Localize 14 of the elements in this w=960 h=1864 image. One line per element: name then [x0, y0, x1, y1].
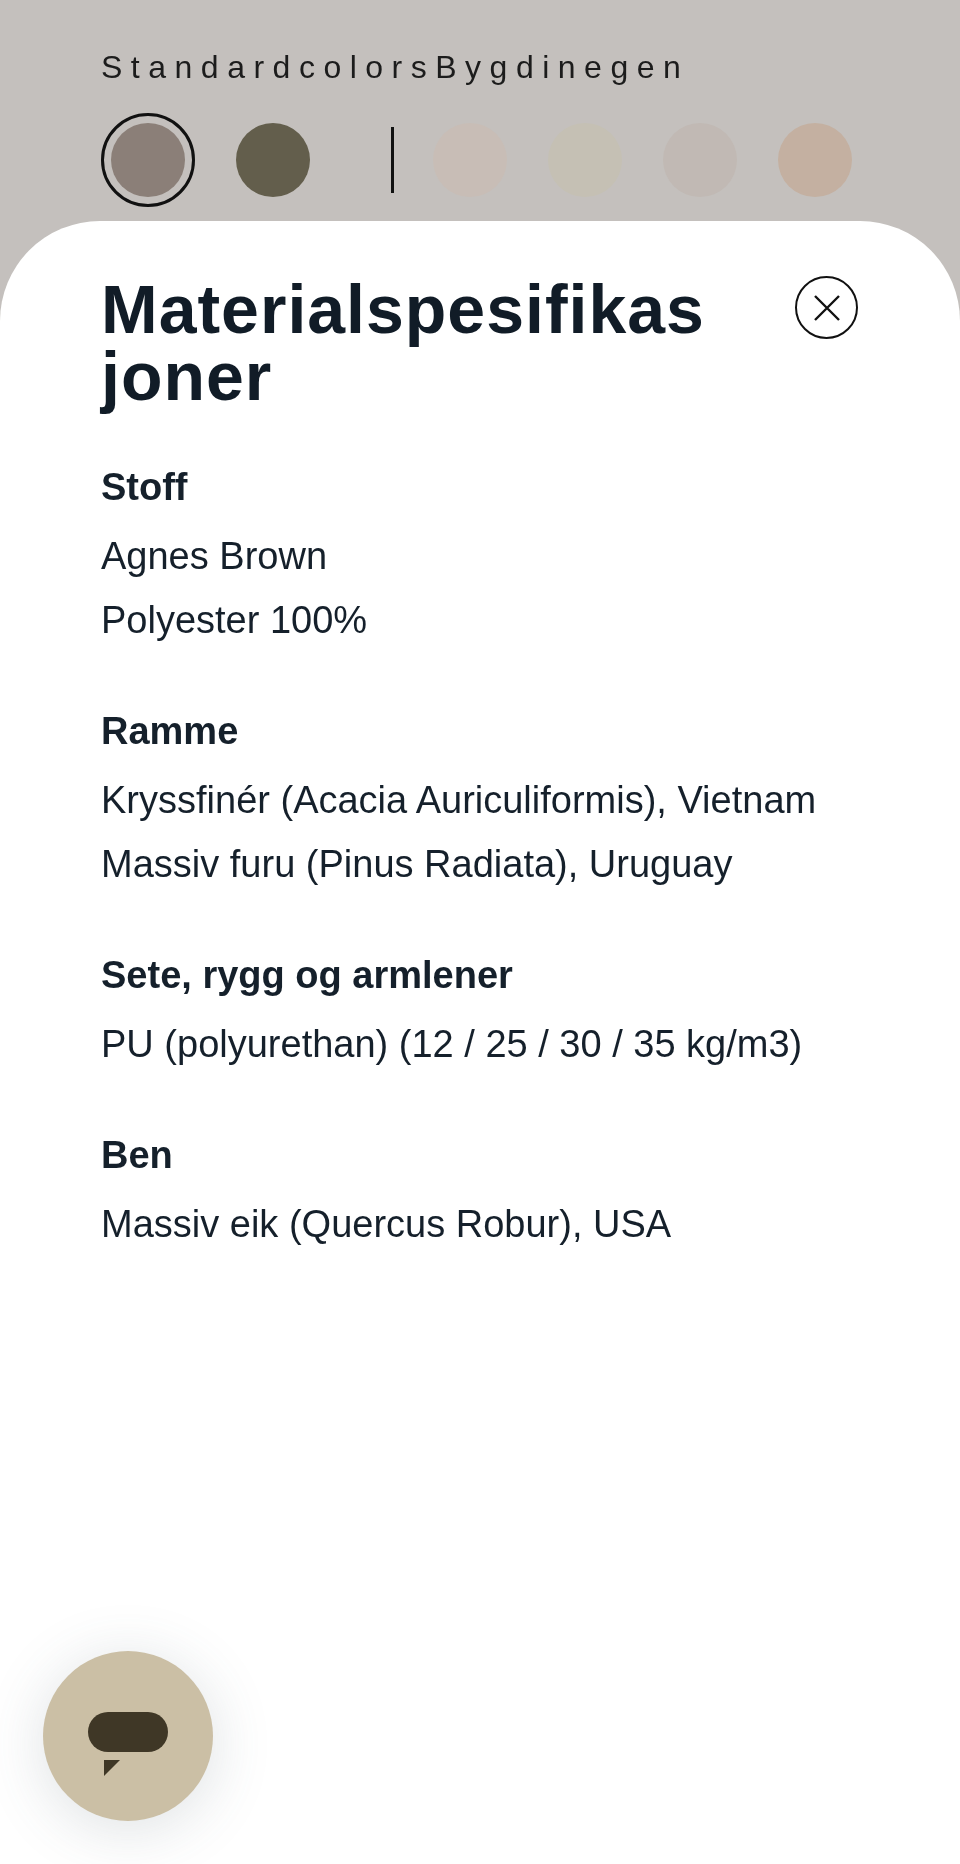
section-heading: Stoff: [101, 465, 189, 510]
material-line: Agnes Brown: [101, 534, 328, 579]
material-line: Kryssfinér (Acacia Auriculiformis), Vietnam: [101, 778, 818, 823]
section-heading: Ben: [101, 1133, 174, 1178]
material-line: Polyester 100%: [101, 598, 369, 643]
close-icon: [813, 294, 840, 321]
material-line: Massiv eik (Quercus Robur), USA: [101, 1202, 673, 1247]
material-line: PU (polyurethan) (12 / 25 / 30 / 35 kg/m3): [101, 1022, 804, 1067]
section-heading: Ramme: [101, 709, 240, 754]
material-line: Massiv furu (Pinus Radiata), Uruguay: [101, 842, 734, 887]
color-group-label: Bygdinegen: [435, 48, 690, 87]
color-group-label: Standardcolors: [101, 48, 436, 87]
chat-bubble-icon: [88, 1712, 168, 1776]
section-heading: Sete, rygg og armlener: [101, 953, 514, 998]
